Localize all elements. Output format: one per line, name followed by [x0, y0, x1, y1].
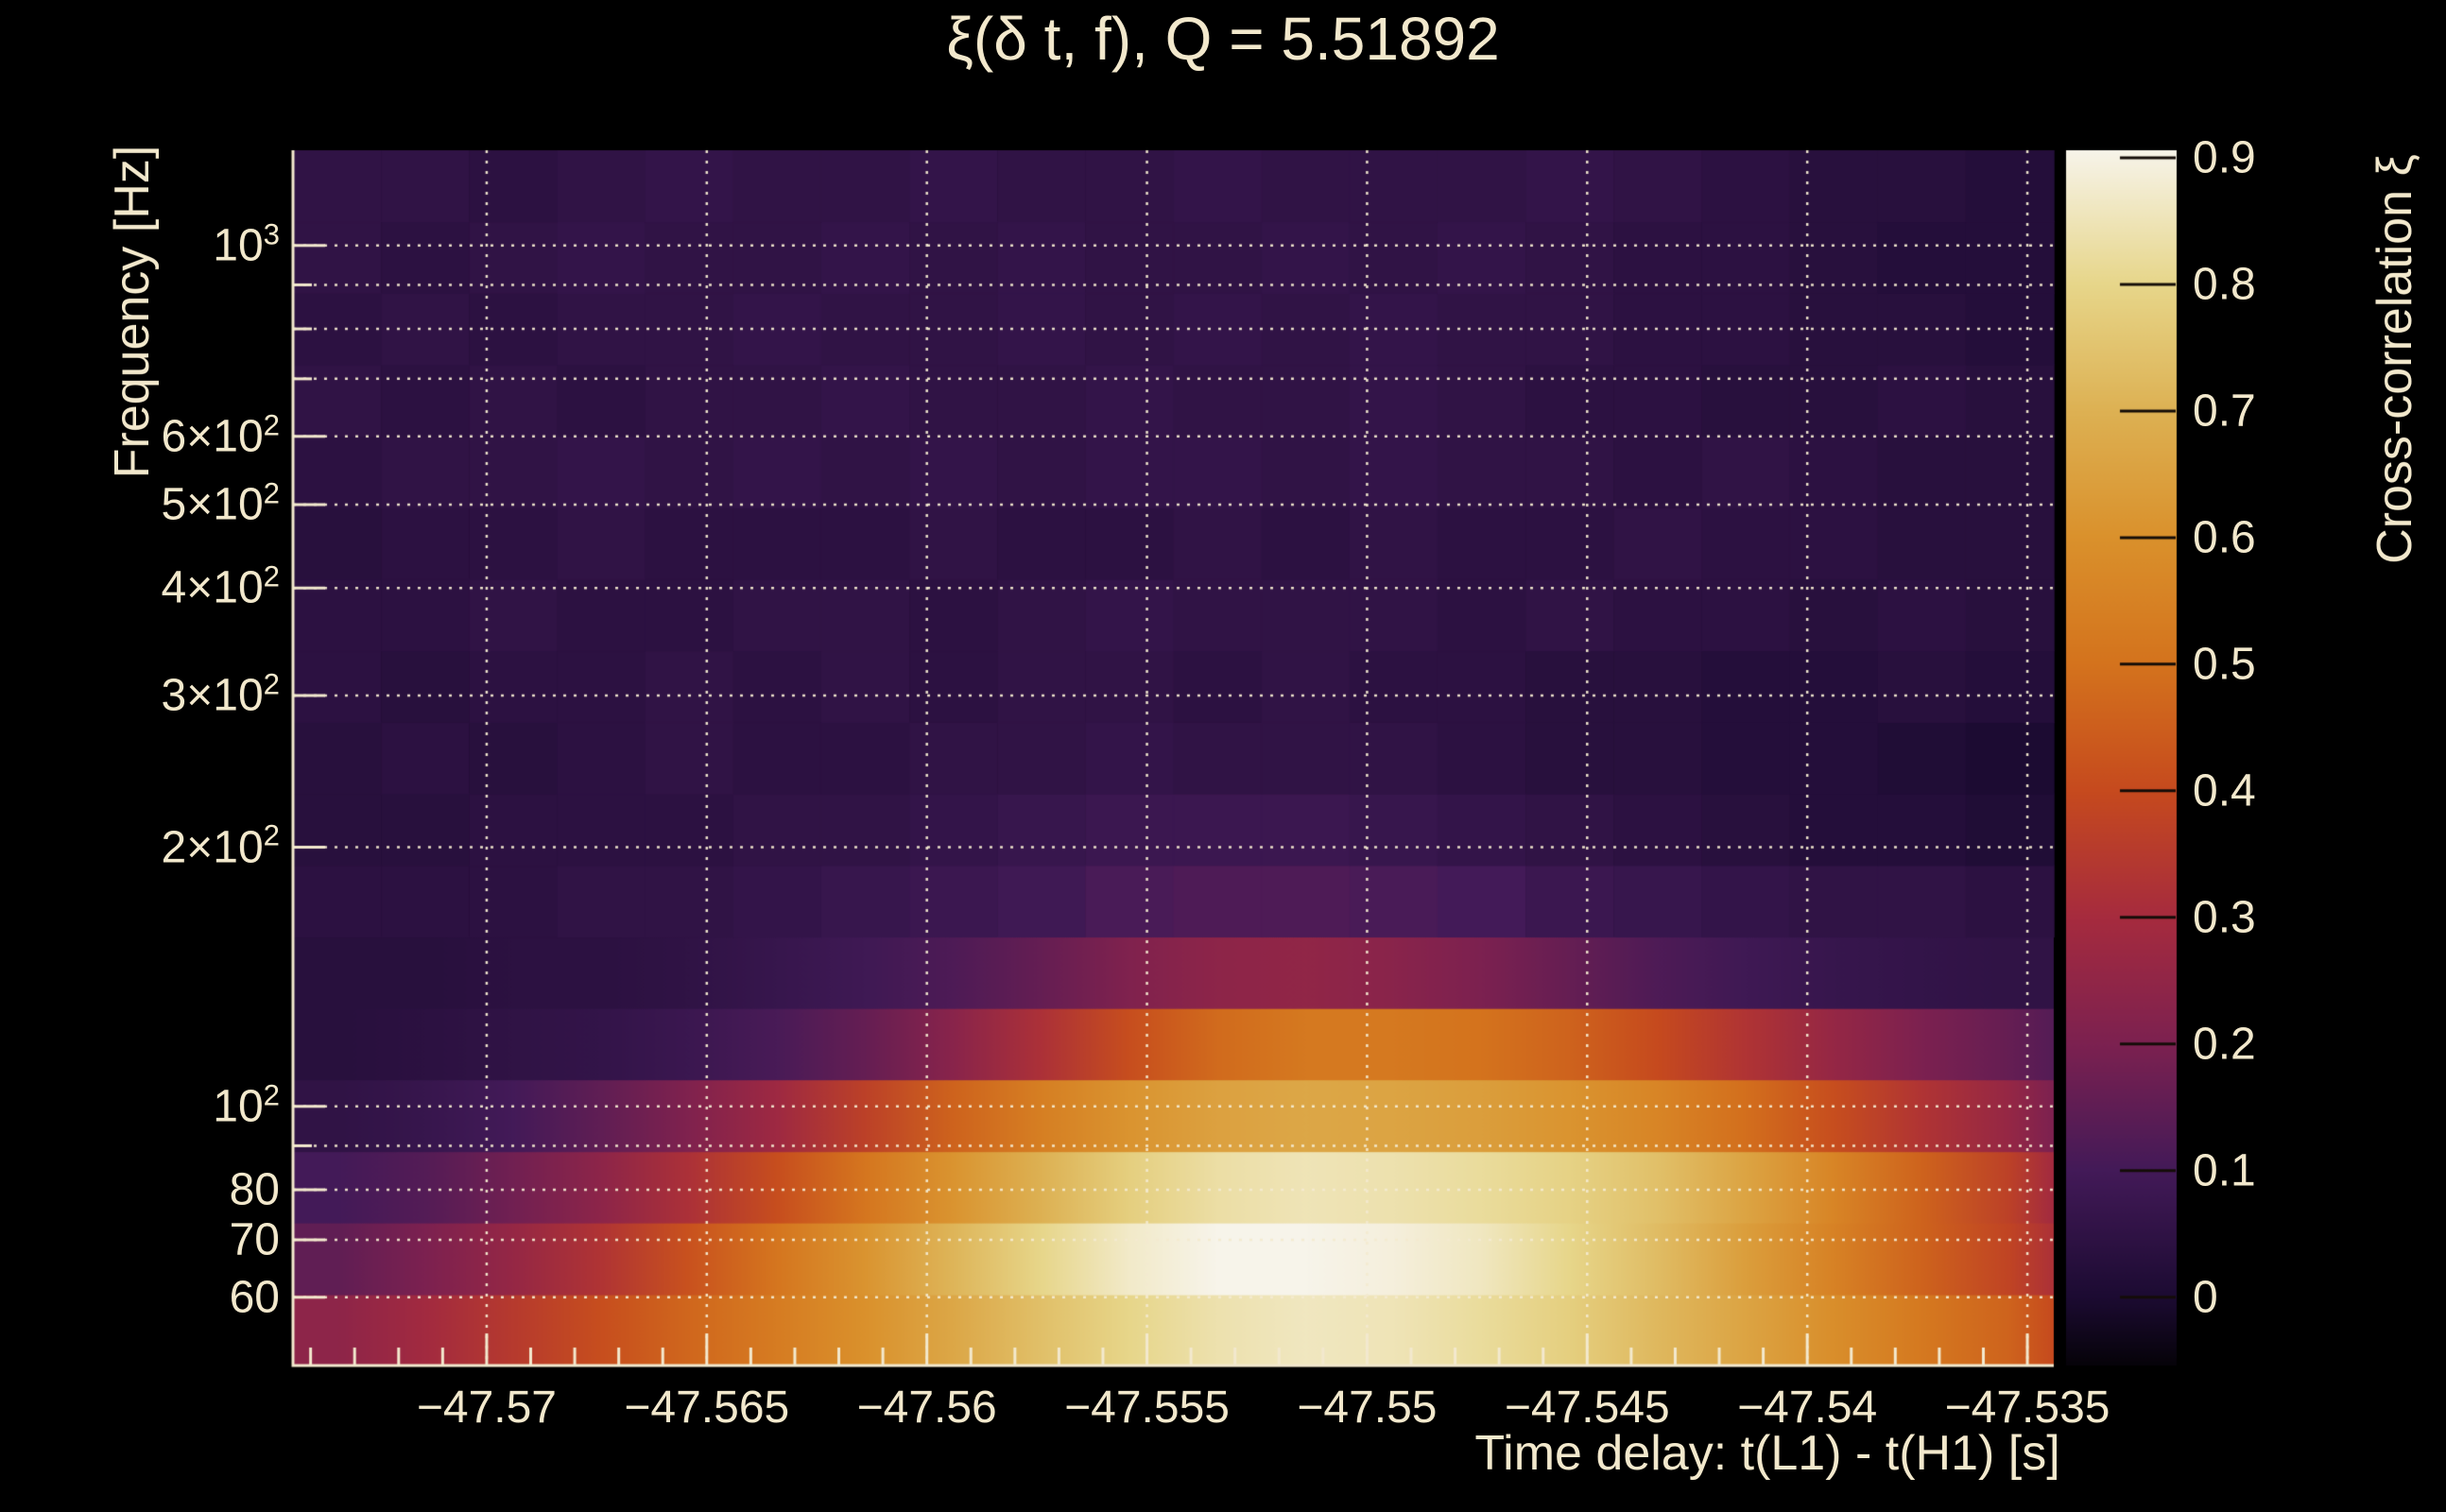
y-tick-label: 2×102 [162, 821, 280, 873]
x-tick-label: −47.57 [417, 1382, 557, 1434]
y-tick-label: 4×102 [162, 562, 280, 614]
colorbar-tick-label: 0 [2193, 1271, 2218, 1323]
x-tick-label: −47.535 [1945, 1382, 2110, 1434]
colorbar-tick-label: 0.7 [2193, 385, 2256, 437]
colorbar-tick-label: 0.8 [2193, 258, 2256, 310]
y-tick-label: 6×102 [162, 410, 280, 462]
x-tick-label: −47.55 [1297, 1382, 1437, 1434]
x-tick-label: −47.565 [624, 1382, 789, 1434]
y-tick-label: 3×102 [162, 670, 280, 722]
y-tick-label: 70 [230, 1213, 280, 1265]
colorbar-tick-label: 0.2 [2193, 1018, 2256, 1070]
figure-root: ξ(δ t, f), Q = 5.51892 Time delay: t(L1)… [0, 0, 2446, 1512]
x-tick-label: −47.54 [1737, 1382, 1877, 1434]
colorbar-tick-label: 0.4 [2193, 765, 2256, 816]
y-tick-label: 103 [213, 219, 280, 271]
heatmap-canvas [0, 0, 2446, 1512]
x-axis-title: Time delay: t(L1) - t(H1) [s] [1474, 1425, 2059, 1482]
x-tick-label: −47.555 [1064, 1382, 1230, 1434]
x-tick-label: −47.56 [857, 1382, 997, 1434]
colorbar-tick-label: 0.6 [2193, 511, 2256, 563]
y-tick-label: 80 [230, 1164, 280, 1216]
chart-title: ξ(δ t, f), Q = 5.51892 [946, 4, 1499, 74]
colorbar-title: Cross-correlation ξ [2367, 154, 2423, 564]
colorbar-tick-label: 0.5 [2193, 638, 2256, 690]
colorbar-tick-label: 0.3 [2193, 891, 2256, 943]
y-tick-label: 60 [230, 1271, 280, 1323]
x-tick-label: −47.545 [1505, 1382, 1670, 1434]
y-tick-label: 5×102 [162, 478, 280, 530]
colorbar-tick-label: 0.9 [2193, 132, 2256, 184]
colorbar-tick-label: 0.1 [2193, 1144, 2256, 1196]
y-tick-label: 102 [213, 1080, 280, 1132]
y-axis-title: Frequency [Hz] [104, 146, 161, 479]
